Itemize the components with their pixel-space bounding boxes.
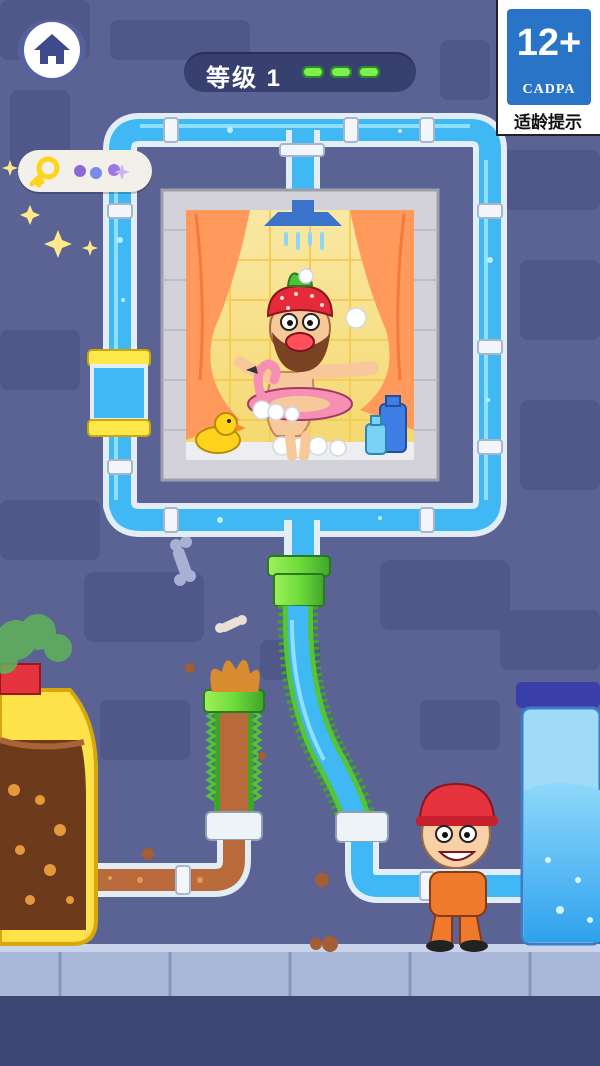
dirty-water-jar: [0, 663, 98, 946]
age-rating-label: 适龄提示: [514, 113, 582, 132]
key-icon: [29, 156, 130, 188]
floor: [0, 944, 600, 1066]
level-progress: [302, 66, 380, 78]
home-button[interactable]: [18, 20, 86, 80]
level-pip: [358, 66, 380, 78]
level-pip: [330, 66, 352, 78]
age-rating-panel: 12+ CADPA: [507, 9, 591, 105]
key-collection-bubble[interactable]: [18, 150, 152, 192]
age-rating-number: 12+: [516, 22, 582, 64]
age-rating-badge: 12+ CADPA 适龄提示: [496, 0, 600, 136]
clean-water-tank: [516, 682, 600, 946]
level-label: 等级 1: [206, 65, 283, 92]
level-pip: [302, 66, 324, 78]
age-rating-org: CADPA: [522, 82, 576, 97]
pipe-valve[interactable]: [87, 349, 151, 437]
hose-end-coupling: [335, 811, 389, 843]
level-indicator: 等级 1: [184, 52, 416, 92]
green-pipe-joint: [267, 555, 331, 607]
home-icon: [24, 22, 80, 78]
